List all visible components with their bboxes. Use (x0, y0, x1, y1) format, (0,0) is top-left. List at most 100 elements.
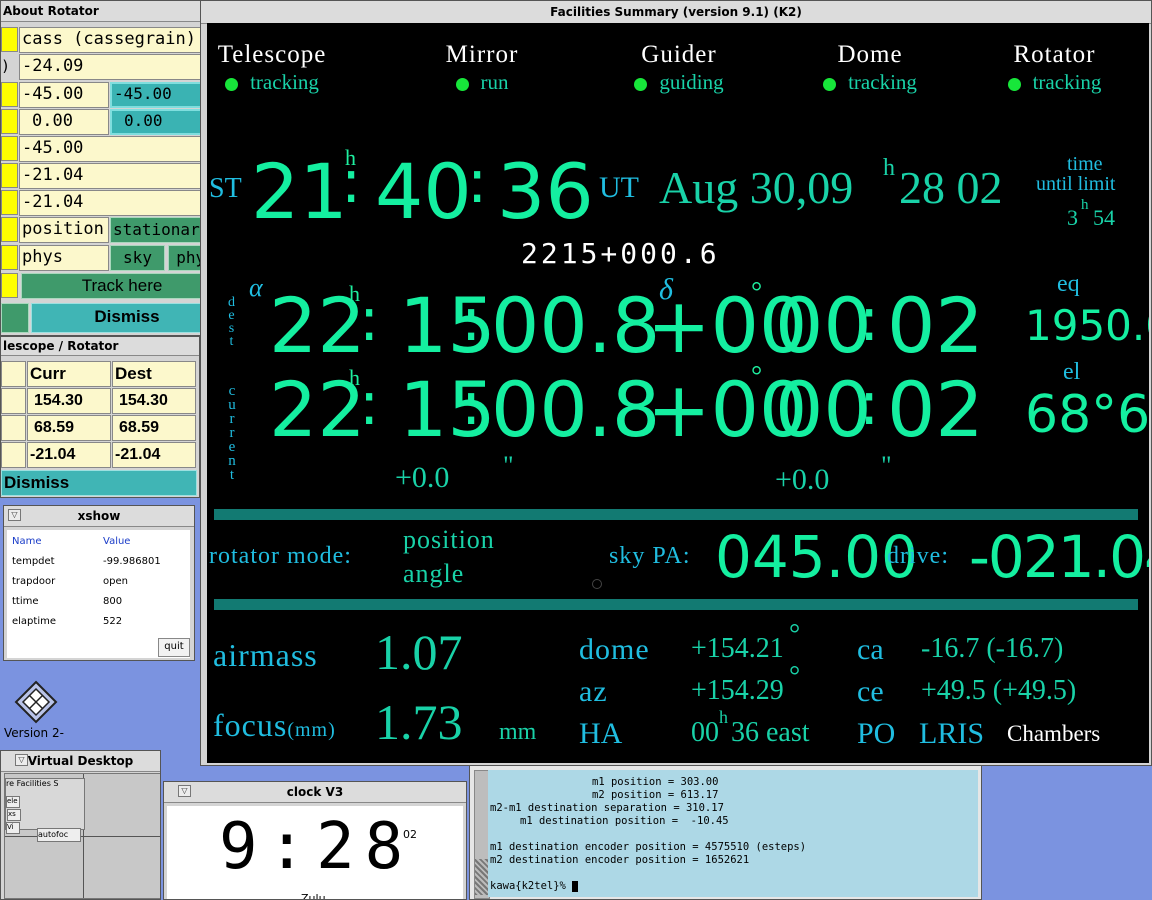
yellow-indicator (1, 82, 18, 107)
ha-hours: 00 (691, 717, 719, 748)
status-dot-icon (634, 77, 648, 91)
facilities-summary-title[interactable]: Facilities Summary (version 9.1) (K2) (201, 1, 1151, 24)
sky-button[interactable]: sky (110, 245, 165, 271)
st-colon: : (341, 147, 362, 217)
dec-cur-deg-mark: ° (751, 361, 763, 392)
dec-dest-seconds: 02 (887, 281, 984, 370)
yellow-indicator (1, 136, 18, 161)
instrument-label: LRIS (919, 717, 985, 750)
rotator-aux-button[interactable] (1, 303, 29, 333)
tr-row-label (1, 415, 26, 441)
rotator-mode-value-2: angle (403, 559, 465, 588)
clock-title[interactable]: clock V3 (164, 782, 466, 803)
subsystem-name: Guider (641, 41, 717, 68)
subsystem-name: Dome (837, 41, 903, 68)
dome-value: +154.21 (691, 633, 784, 664)
rotator-row-4: -45.00 (19, 136, 223, 162)
version-2-desktop-icon[interactable]: Version 2- (4, 680, 74, 740)
track-here-button[interactable]: Track here (21, 273, 223, 299)
status-text: tracking (250, 70, 319, 94)
status-dot-icon (823, 77, 837, 91)
subsystem-telescope: Telescope tracking (209, 41, 335, 95)
ra-dest-colon: : (359, 285, 380, 355)
terminal-line: m2-m1 destination separation = 310.17 (490, 802, 724, 814)
dec-offset-mark: " (881, 451, 892, 480)
rotator-mode-label: rotator mode: (209, 543, 352, 569)
ra-offset: +0.0 (395, 461, 450, 494)
xshow-row-name: elaptime (12, 616, 56, 627)
dome-label: dome (579, 633, 650, 666)
window-menu-icon[interactable]: ▽ (15, 754, 28, 766)
focus-label-text: focus (213, 707, 288, 743)
telescope-rotator-window: lescope / Rotator Curr Dest 154.30 154.3… (0, 336, 200, 498)
xshow-quit-button[interactable]: quit (158, 638, 190, 657)
scrollbar-thumb[interactable] (475, 859, 489, 895)
pager-mini-window: Vi (6, 822, 20, 834)
virtual-desktop-window: Virtual Desktop ▽ re Facilities S ele xs… (0, 750, 161, 900)
xshow-col-value: Value (103, 536, 131, 547)
xshow-row-value: 522 (103, 616, 123, 627)
terminal-line: m2 destination encoder position = 165262… (490, 854, 750, 866)
dec-cur-seconds: 02 (887, 365, 984, 454)
ha-h-mark: h (719, 707, 728, 727)
window-menu-icon[interactable]: ▽ (8, 509, 21, 521)
subsystem-status: tracking (209, 70, 335, 95)
drive-value: -021.04 (969, 523, 1149, 591)
yellow-indicator (1, 245, 18, 270)
airmass-label: airmass (213, 637, 318, 673)
ra-cur-seconds: 00.8 (491, 365, 661, 454)
subsystem-name: Telescope (217, 41, 327, 68)
ce-value: +49.5 (+49.5) (921, 675, 1077, 706)
st-seconds: 36 (497, 147, 594, 236)
terminal-line: m1 destination position = -10.45 (520, 815, 729, 827)
xshow-title[interactable]: xshow (4, 506, 194, 527)
yellow-indicator (1, 27, 18, 52)
rotator-offset-dest-value: 0.00 (124, 111, 163, 130)
xshow-window: xshow ▽ Name Value tempdet -99.986801 tr… (3, 505, 195, 661)
telescope-rotator-title[interactable]: lescope / Rotator (1, 337, 199, 356)
subsystem-dome: Dome tracking (800, 41, 940, 95)
time-limit-minutes: 54 (1093, 205, 1115, 230)
rotator-row-angle: -24.09 (19, 54, 223, 80)
ra-dest-seconds: 00.8 (491, 281, 661, 370)
terminal-body[interactable]: m1 position = 303.00 m2 position = 613.1… (488, 770, 978, 897)
ut-h-mark: h (883, 155, 895, 181)
st-label: ST (209, 173, 242, 204)
tr-header-dest: Dest (112, 361, 196, 387)
el-label: el (1063, 359, 1081, 385)
dec-cur-colon: : (859, 369, 880, 439)
dest-side-label: dest (224, 295, 239, 347)
ca-label: ca (857, 633, 884, 666)
virtual-desktop-pager[interactable]: re Facilities S ele xs Vi autofoc (4, 773, 160, 899)
clock-face: 9:28 02 Zulu (167, 806, 463, 899)
facilities-summary-window: Facilities Summary (version 9.1) (K2) Te… (200, 0, 1152, 766)
dec-dest-colon: : (859, 285, 880, 355)
diamond-icon (14, 680, 58, 724)
ut-time-rest: 28 02 (899, 162, 1003, 213)
eq-label: eq (1057, 271, 1080, 297)
terminal-line: m1 destination encoder position = 457551… (490, 841, 807, 853)
status-dot-icon (225, 77, 239, 91)
st-minutes: 40 (375, 147, 472, 236)
drive-label: drive: (887, 543, 949, 569)
focus-unit: (mm) (287, 719, 336, 741)
yellow-indicator (1, 190, 18, 215)
rotator-coord-field: phys (19, 245, 109, 271)
rotator-dismiss-button[interactable]: Dismiss (31, 303, 223, 333)
tr-curr-az: 154.30 (27, 388, 111, 414)
ra-cur-colon: : (461, 369, 482, 439)
observer-name: Chambers (1007, 721, 1101, 746)
window-menu-icon[interactable]: ▽ (178, 785, 191, 797)
status-text: guiding (659, 70, 724, 94)
about-rotator-title[interactable]: About Rotator (1, 1, 225, 22)
ut-label: UT (599, 171, 639, 204)
status-dot-icon (1007, 77, 1021, 91)
rotator-mode-field: position (19, 217, 109, 243)
terminal-cursor[interactable] (572, 880, 579, 892)
xshow-row-name: trapdoor (12, 576, 56, 587)
tr-dismiss-button[interactable]: Dismiss (1, 470, 197, 496)
xshow-row-name: tempdet (12, 556, 55, 567)
clock-title-text: clock V3 (286, 785, 344, 799)
